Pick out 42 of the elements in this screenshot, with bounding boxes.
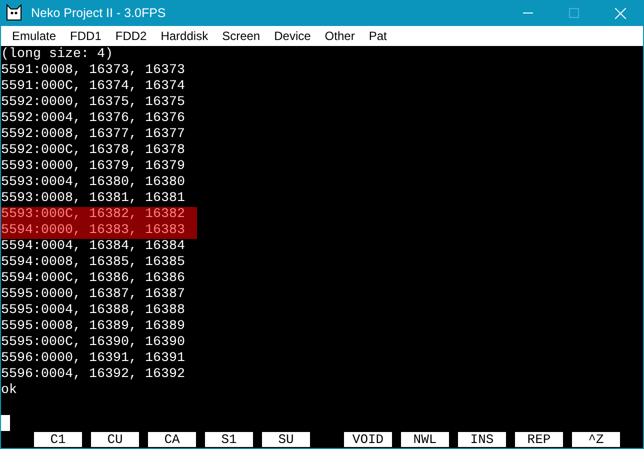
console-line: 5592:0004, 16376, 16376 [1, 111, 186, 127]
close-icon[interactable] [614, 8, 626, 18]
console-line: 5593:0008, 16381, 16381 [1, 191, 186, 207]
function-key[interactable]: S1 [205, 432, 253, 447]
console-line: 5592:000C, 16378, 16378 [1, 143, 186, 159]
console-line: 5596:0004, 16392, 16392 [1, 367, 186, 383]
menu-item[interactable]: Harddisk [154, 26, 216, 46]
console-line: 5595:0000, 16387, 16387 [1, 287, 186, 303]
console-line: 5595:0008, 16389, 16389 [1, 319, 186, 335]
menu-item[interactable]: FDD1 [63, 26, 108, 46]
function-key[interactable]: SU [262, 432, 310, 447]
function-key[interactable]: NWL [401, 432, 449, 447]
menu-item[interactable]: Other [318, 26, 362, 46]
function-key[interactable]: REP [515, 432, 563, 447]
function-key[interactable]: CA [148, 432, 196, 447]
function-key[interactable]: ^Z [572, 432, 620, 447]
console-line: 5591:0008, 16373, 16373 [1, 63, 186, 79]
menu-item[interactable]: Device [267, 26, 318, 46]
function-key[interactable]: CU [91, 432, 139, 447]
console-line: 5595:000C, 16390, 16390 [1, 335, 186, 351]
menu-item[interactable]: FDD2 [108, 26, 154, 46]
console-line: 5592:0000, 16375, 16375 [1, 95, 186, 111]
console-line: 5591:000C, 16374, 16374 [1, 79, 186, 95]
console-line: 5593:0004, 16380, 16380 [1, 175, 186, 191]
function-key[interactable]: INS [458, 432, 506, 447]
console-line: 5593:0000, 16379, 16379 [1, 159, 186, 175]
function-key[interactable]: C1 [34, 432, 82, 447]
window-title: Neko Project II - 3.0FPS [31, 4, 166, 22]
menu-item[interactable]: Pat [362, 26, 394, 46]
console-line: 5596:0000, 16391, 16391 [1, 351, 186, 367]
console-line: 5595:0004, 16388, 16388 [1, 303, 186, 319]
console-line: (long size: 4) [1, 47, 114, 63]
console-line: ok [1, 383, 18, 399]
console-line: 5594:0004, 16384, 16384 [1, 239, 186, 255]
console-line: 5592:0008, 16377, 16377 [1, 127, 186, 143]
menu-item[interactable]: Screen [215, 26, 268, 46]
cat-icon [5, 4, 23, 22]
text-cursor [1, 415, 10, 431]
menu-item[interactable]: Emulate [5, 26, 64, 46]
console-line: 5594:000C, 16386, 16386 [1, 271, 186, 287]
console-line: 5594:0008, 16385, 16385 [1, 255, 186, 271]
function-key[interactable]: VOID [344, 432, 392, 447]
